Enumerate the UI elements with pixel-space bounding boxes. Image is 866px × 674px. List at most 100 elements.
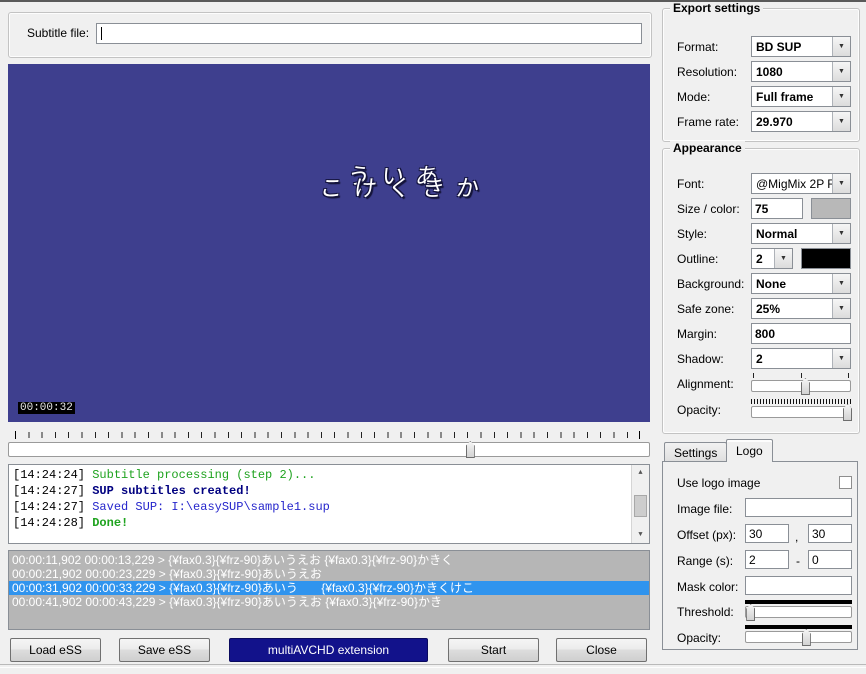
logo-tab-panel: Use logo image Image file: Offset (px): … — [662, 461, 858, 650]
range-separator: - — [796, 554, 800, 568]
scroll-up-icon[interactable]: ▲ — [632, 465, 649, 481]
save-ess-button[interactable]: Save eSS — [119, 638, 210, 662]
load-ess-button[interactable]: Load eSS — [10, 638, 101, 662]
offset-separator: , — [795, 530, 799, 544]
log-line: [14:24:27] Saved SUP: I:\easySUP\sample1… — [13, 500, 330, 514]
range-label: Range (s): — [677, 554, 734, 568]
subtitle-file-label: Subtitle file: — [27, 26, 90, 40]
use-logo-image-label: Use logo image — [677, 476, 761, 490]
safe-zone-select[interactable]: 25% ▼ — [751, 298, 851, 319]
chevron-down-icon[interactable]: ▼ — [832, 174, 850, 193]
offset-y-input[interactable]: 30 — [808, 524, 852, 543]
chevron-down-icon[interactable]: ▼ — [832, 87, 850, 106]
chevron-down-icon[interactable]: ▼ — [832, 112, 850, 131]
threshold-ticks — [745, 600, 852, 604]
log-line: [14:24:27] SUP subtitles created! — [13, 484, 251, 498]
alignment-slider-thumb[interactable] — [800, 378, 810, 395]
chevron-down-icon[interactable]: ▼ — [774, 249, 792, 268]
resolution-select[interactable]: 1080 ▼ — [751, 61, 851, 82]
chevron-down-icon[interactable]: ▼ — [832, 224, 850, 243]
background-label: Background: — [677, 277, 745, 291]
range-to-input[interactable]: 0 — [808, 550, 852, 569]
chevron-down-icon[interactable]: ▼ — [832, 37, 850, 56]
mask-color-input[interactable] — [745, 576, 852, 595]
preview-timestamp: 00:00:32 — [18, 402, 75, 414]
subtitle-preview[interactable]: あいう かきくけこ 00:00:32 — [8, 64, 650, 422]
image-file-label: Image file: — [677, 502, 733, 516]
mode-select[interactable]: Full frame ▼ — [751, 86, 851, 107]
text-cursor — [101, 27, 102, 40]
subtitle-file-group: Subtitle file: — [8, 12, 652, 58]
chevron-down-icon[interactable]: ▼ — [832, 62, 850, 81]
offset-label: Offset (px): — [677, 528, 737, 542]
threshold-label: Threshold: — [677, 605, 734, 619]
style-select[interactable]: Normal ▼ — [751, 223, 851, 244]
outline-select[interactable]: 2 ▼ — [751, 248, 793, 269]
text-color-swatch[interactable] — [811, 198, 851, 219]
font-label: Font: — [677, 177, 705, 191]
opacity-slider-thumb[interactable] — [843, 404, 853, 421]
log-line: [14:24:28] Done! — [13, 516, 129, 530]
opacity-label: Opacity: — [677, 403, 722, 417]
log-output[interactable]: [14:24:24] Subtitle processing (step 2).… — [8, 464, 650, 544]
alignment-ticks — [751, 373, 851, 378]
subtitle-list-row[interactable]: 00:00:21,902 00:00:23,229 > {¥fax0.3}{¥f… — [9, 567, 649, 581]
appearance-group: Appearance Font: @MigMix 2P Reg ▼ Size /… — [662, 141, 860, 434]
resolution-label: Resolution: — [677, 65, 738, 79]
outline-label: Outline: — [677, 252, 719, 266]
threshold-slider-thumb[interactable] — [746, 604, 756, 621]
scroll-down-icon[interactable]: ▼ — [632, 527, 649, 543]
style-label: Style: — [677, 227, 708, 241]
chevron-down-icon[interactable]: ▼ — [832, 299, 850, 318]
size-input[interactable]: 75 — [751, 198, 803, 219]
bottom-separator — [0, 664, 866, 668]
size-color-label: Size / color: — [677, 202, 740, 216]
subtitle-list[interactable]: 00:00:11,902 00:00:13,229 > {¥fax0.3}{¥f… — [8, 550, 650, 630]
log-line: [14:24:24] Subtitle processing (step 2).… — [13, 468, 316, 482]
log-scrollbar[interactable]: ▲ ▼ — [631, 465, 649, 543]
subtitle-list-row[interactable]: 00:00:41,902 00:00:43,229 > {¥fax0.3}{¥f… — [9, 595, 649, 609]
shadow-label: Shadow: — [677, 352, 724, 366]
outline-color-swatch[interactable] — [801, 248, 851, 269]
background-select[interactable]: None ▼ — [751, 273, 851, 294]
shadow-select[interactable]: 2 ▼ — [751, 348, 851, 369]
threshold-slider[interactable] — [745, 604, 852, 621]
tab-logo[interactable]: Logo — [726, 439, 773, 462]
timeline-ruler — [15, 431, 640, 439]
margin-label: Margin: — [677, 327, 718, 341]
appearance-title: Appearance — [670, 141, 745, 155]
timeline-slider-thumb[interactable] — [465, 441, 475, 458]
logo-opacity-slider-thumb[interactable] — [801, 629, 811, 646]
preview-text-column-2: かきくけこ — [315, 176, 481, 200]
timeline-slider[interactable] — [8, 441, 650, 458]
frame-rate-select[interactable]: 29.970 ▼ — [751, 111, 851, 132]
alignment-slider[interactable] — [751, 378, 851, 395]
logo-opacity-slider[interactable] — [745, 629, 852, 646]
opacity-slider[interactable] — [751, 404, 853, 421]
font-select[interactable]: @MigMix 2P Reg ▼ — [751, 173, 851, 194]
use-logo-image-checkbox[interactable] — [839, 476, 852, 489]
offset-x-input[interactable]: 30 — [745, 524, 789, 543]
subtitle-list-row[interactable]: 00:00:11,902 00:00:13,229 > {¥fax0.3}{¥f… — [9, 553, 649, 567]
log-scrollbar-thumb[interactable] — [634, 495, 647, 517]
margin-input[interactable]: 800 — [751, 323, 851, 344]
multiavchd-extension-button[interactable]: multiAVCHD extension — [229, 638, 428, 662]
chevron-down-icon[interactable]: ▼ — [832, 349, 850, 368]
format-select[interactable]: BD SUP ▼ — [751, 36, 851, 57]
subtitle-list-row-selected[interactable]: 00:00:31,902 00:00:33,229 > {¥fax0.3}{¥f… — [9, 581, 649, 595]
opacity-ticks — [751, 399, 851, 404]
close-button[interactable]: Close — [556, 638, 647, 662]
export-settings-group: Export settings Format: BD SUP ▼ Resolut… — [662, 2, 860, 142]
tab-settings[interactable]: Settings — [664, 442, 728, 462]
image-file-input[interactable] — [745, 498, 852, 517]
safe-zone-label: Safe zone: — [677, 302, 735, 316]
mode-label: Mode: — [677, 90, 711, 104]
export-settings-title: Export settings — [670, 2, 764, 15]
subtitle-file-input[interactable] — [96, 23, 642, 44]
start-button[interactable]: Start — [448, 638, 539, 662]
logo-opacity-label: Opacity: — [677, 631, 722, 645]
range-from-input[interactable]: 2 — [745, 550, 789, 569]
frame-rate-label: Frame rate: — [677, 115, 740, 129]
chevron-down-icon[interactable]: ▼ — [832, 274, 850, 293]
alignment-label: Alignment: — [677, 377, 734, 391]
